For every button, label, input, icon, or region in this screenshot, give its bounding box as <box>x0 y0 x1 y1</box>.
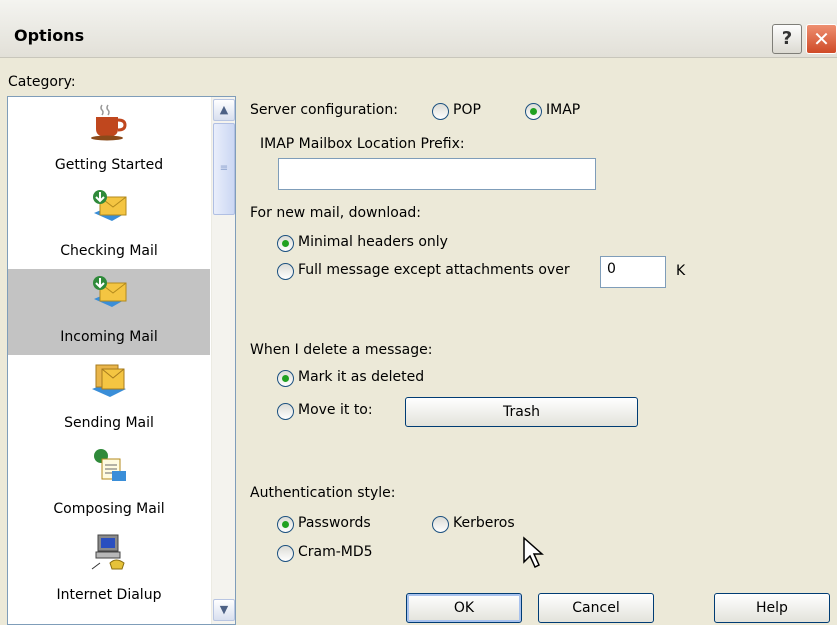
kerberos-label[interactable]: Kerberos <box>453 515 515 531</box>
move-to-label[interactable]: Move it to: <box>298 402 373 418</box>
help-icon[interactable]: ? <box>772 24 802 54</box>
imap-radio[interactable] <box>525 103 542 120</box>
imap-prefix-input[interactable] <box>278 158 596 190</box>
category-label-getting-started: Getting Started <box>54 157 164 173</box>
passwords-radio[interactable] <box>277 516 294 533</box>
imap-prefix-label: IMAP Mailbox Location Prefix: <box>260 136 465 152</box>
category-label-checking-mail: Checking Mail <box>60 243 158 259</box>
category-label: Category: <box>8 74 76 90</box>
scroll-thumb[interactable]: ≡ <box>213 123 235 215</box>
move-to-radio[interactable] <box>277 403 294 420</box>
pop-radio[interactable] <box>432 103 449 120</box>
category-scrollbar[interactable]: ▲ ≡ ▼ <box>211 97 235 624</box>
full-message-label[interactable]: Full message except attachments over <box>298 262 570 278</box>
category-list[interactable]: Getting Started Checking Mail Incoming M <box>7 96 236 625</box>
category-label-incoming-mail: Incoming Mail <box>60 329 158 345</box>
minimal-headers-radio[interactable] <box>277 235 294 252</box>
title-bar[interactable]: Options ? ✕ <box>0 0 837 58</box>
mouse-cursor-icon <box>523 536 544 569</box>
category-item-getting-started[interactable]: Getting Started <box>8 97 210 183</box>
trash-folder-button[interactable]: Trash <box>405 397 638 427</box>
dialog-title: Options <box>14 26 85 45</box>
scroll-down-icon[interactable]: ▼ <box>213 599 235 621</box>
attachment-size-input[interactable]: 0 <box>600 256 666 288</box>
category-label-sending-mail: Sending Mail <box>64 415 154 431</box>
imap-label[interactable]: IMAP <box>546 102 580 118</box>
minimal-headers-label[interactable]: Minimal headers only <box>298 234 448 250</box>
category-item-composing-mail[interactable]: Composing Mail <box>8 441 210 527</box>
download-label: For new mail, download: <box>250 205 422 221</box>
document-compose-icon <box>94 449 126 481</box>
envelope-download-icon <box>93 276 127 307</box>
category-label-composing-mail: Composing Mail <box>53 501 165 517</box>
server-config-label: Server configuration: <box>250 102 398 118</box>
scroll-up-icon[interactable]: ▲ <box>213 99 235 121</box>
category-item-checking-mail[interactable]: Checking Mail <box>8 183 210 269</box>
close-icon[interactable]: ✕ <box>806 24 837 54</box>
delete-label: When I delete a message: <box>250 342 433 358</box>
full-message-radio[interactable] <box>277 263 294 280</box>
coffee-cup-icon <box>91 104 127 141</box>
envelope-download-icon <box>93 190 127 221</box>
pop-label[interactable]: POP <box>453 102 481 118</box>
cram-md5-radio[interactable] <box>277 545 294 562</box>
category-item-internet-dialup[interactable]: Internet Dialup <box>8 527 210 613</box>
cram-md5-label[interactable]: Cram-MD5 <box>298 544 373 560</box>
cancel-button[interactable]: Cancel <box>538 593 654 623</box>
category-label-internet-dialup: Internet Dialup <box>56 587 162 603</box>
help-button[interactable]: Help <box>714 593 830 623</box>
passwords-label[interactable]: Passwords <box>298 515 371 531</box>
ok-button[interactable]: OK <box>406 593 522 623</box>
category-item-incoming-mail[interactable]: Incoming Mail <box>8 269 210 355</box>
envelopes-stack-icon <box>92 364 126 397</box>
options-dialog: Options ? ✕ Category: Getting Started Ch… <box>0 0 837 625</box>
size-unit-label: K <box>676 263 686 279</box>
kerberos-radio[interactable] <box>432 516 449 533</box>
computer-phone-icon <box>91 534 125 570</box>
mark-deleted-radio[interactable] <box>277 370 294 387</box>
category-item-sending-mail[interactable]: Sending Mail <box>8 355 210 441</box>
mark-deleted-label[interactable]: Mark it as deleted <box>298 369 424 385</box>
auth-style-label: Authentication style: <box>250 485 396 501</box>
